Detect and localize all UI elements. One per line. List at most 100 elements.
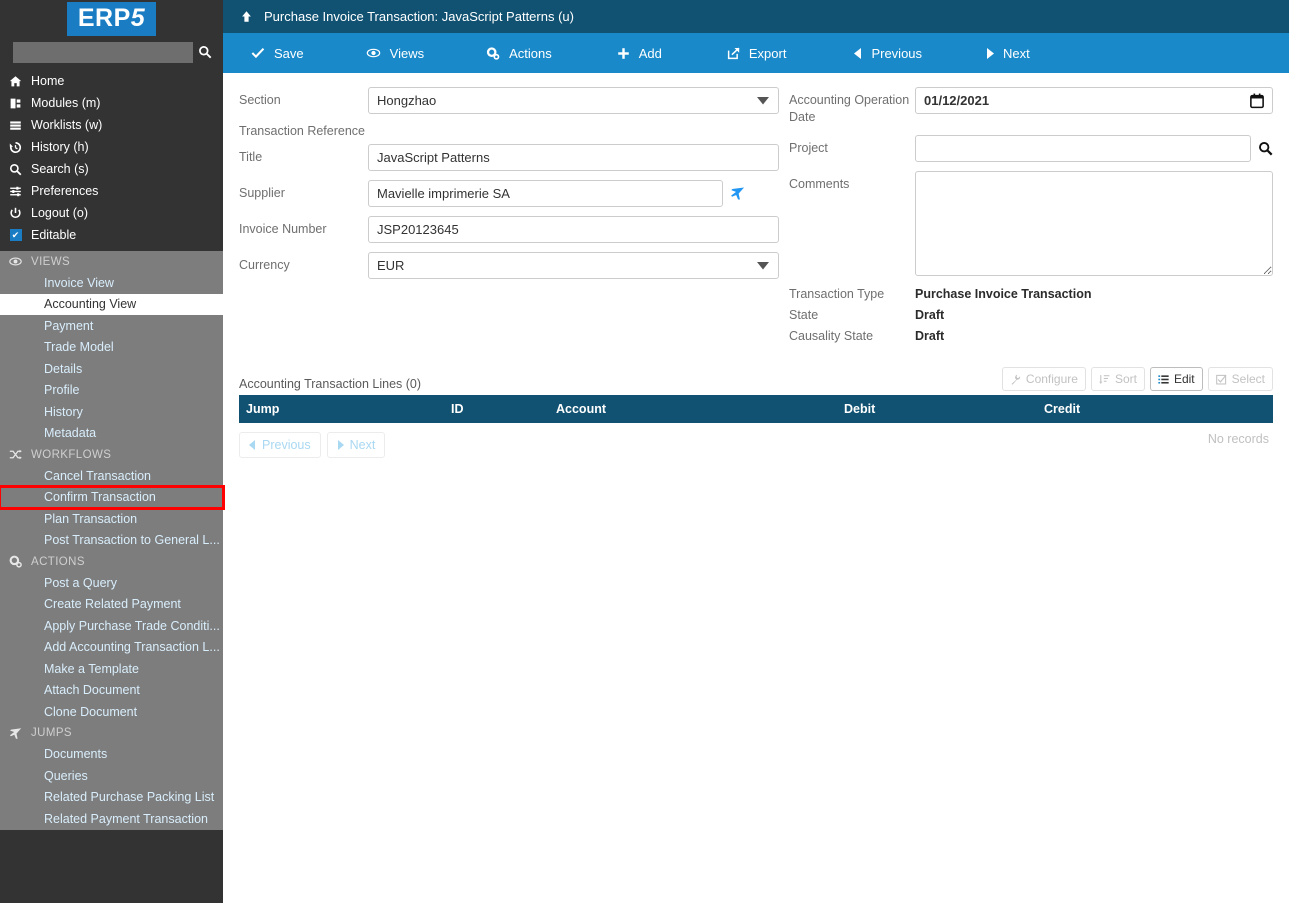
project-input[interactable] <box>915 135 1251 162</box>
currency-select[interactable] <box>368 252 779 279</box>
sidebar-item-label: Apply Purchase Trade Conditi... <box>44 618 220 633</box>
arrow-up-icon[interactable] <box>240 10 253 23</box>
add-button[interactable]: Add <box>607 33 672 73</box>
toolbar-label: Actions <box>509 45 552 61</box>
configure-button[interactable]: Configure <box>1001 367 1086 391</box>
sidebar-group-title: JUMPS <box>31 727 72 739</box>
home-icon <box>0 75 31 88</box>
next-button[interactable]: Next <box>976 33 1040 73</box>
field-section: Section <box>239 87 779 114</box>
search-input[interactable] <box>13 41 193 63</box>
sidebar-item-label: Profile <box>44 383 80 398</box>
sidebar-item-label: Documents <box>44 747 108 762</box>
sidebar-item-label: Post a Query <box>44 575 117 590</box>
title-input[interactable] <box>368 144 779 171</box>
sidebar-item-add-accounting-transaction-line[interactable]: Add Accounting Transaction L... <box>0 637 223 659</box>
sidebar-item-label: Preferences <box>31 184 99 198</box>
sidebar-item-history[interactable]: History (h) <box>0 136 223 158</box>
sidebar-item-details[interactable]: Details <box>0 358 223 380</box>
sidebar-main-nav: Home Modules (m) Worklists (w) History (… <box>0 66 223 251</box>
field-currency: Currency <box>239 252 779 279</box>
sidebar-item-worklists[interactable]: Worklists (w) <box>0 114 223 136</box>
sidebar-group-title: WORKFLOWS <box>31 448 112 461</box>
sidebar-item-label: Clone Document <box>44 704 138 719</box>
sidebar-item-make-a-template[interactable]: Make a Template <box>0 658 223 680</box>
field-label: Transaction Type <box>789 287 885 301</box>
field-label: Currency <box>239 258 290 272</box>
sidebar-item-home[interactable]: Home <box>0 70 223 92</box>
form-content: Section Transaction Reference <box>223 73 1289 350</box>
sidebar-item-payment[interactable]: Payment <box>0 315 223 337</box>
list-next-button[interactable]: Next <box>326 432 386 458</box>
sidebar-item-plan-transaction[interactable]: Plan Transaction <box>0 508 223 530</box>
search-icon[interactable] <box>193 45 217 59</box>
section-select[interactable] <box>368 87 779 114</box>
export-button[interactable]: Export <box>717 33 797 73</box>
empty-state-text: No records <box>1207 432 1269 446</box>
field-label: Causality State <box>789 329 874 343</box>
list-previous-button[interactable]: Previous <box>239 432 321 458</box>
sidebar-item-label: Trade Model <box>44 340 114 355</box>
field-accounting-operation-date: Accounting Operation Date <box>789 87 1273 126</box>
invoice-number-input[interactable] <box>368 216 779 243</box>
sidebar-item-label: History <box>44 404 83 419</box>
sidebar-item-label: Cancel Transaction <box>44 468 152 483</box>
sidebar-item-history[interactable]: History <box>0 401 223 423</box>
actions-button[interactable]: Actions <box>476 33 562 73</box>
form-right-column: Accounting Operation Date Project <box>789 87 1273 350</box>
sidebar-item-confirm-transaction[interactable]: Confirm Transaction <box>0 484 225 510</box>
previous-button[interactable]: Previous <box>844 33 932 73</box>
sidebar-item-metadata[interactable]: Metadata <box>0 423 223 445</box>
erp5-logo[interactable]: ERP5 <box>0 0 223 38</box>
column-header-debit[interactable]: Debit <box>837 395 1037 423</box>
search-icon[interactable] <box>1258 141 1273 156</box>
sidebar-item-label: History (h) <box>31 140 89 154</box>
column-header-credit[interactable]: Credit <box>1037 395 1273 423</box>
sidebar-item-label: Worklists (w) <box>31 118 103 132</box>
sidebar-item-create-related-payment[interactable]: Create Related Payment <box>0 594 223 616</box>
sidebar-item-search[interactable]: Search (s) <box>0 158 223 180</box>
select-button[interactable]: Select <box>1207 367 1273 391</box>
sidebar-item-trade-model[interactable]: Trade Model <box>0 337 223 359</box>
sidebar-item-post-transaction-to-general-ledger[interactable]: Post Transaction to General L... <box>0 530 223 552</box>
sidebar-item-modules[interactable]: Modules (m) <box>0 92 223 114</box>
sidebar-item-apply-purchase-trade-condition[interactable]: Apply Purchase Trade Conditi... <box>0 615 223 637</box>
sidebar-item-attach-document[interactable]: Attach Document <box>0 680 223 702</box>
plane-icon[interactable] <box>730 186 745 201</box>
field-value: Draft <box>915 329 945 343</box>
comments-textarea[interactable] <box>915 171 1273 276</box>
sidebar-item-related-payment-transaction[interactable]: Related Payment Transaction <box>0 808 223 830</box>
sidebar-item-profile[interactable]: Profile <box>0 380 223 402</box>
history-icon <box>0 141 31 154</box>
sidebar-item-label: Modules (m) <box>31 96 101 110</box>
calendar-icon[interactable] <box>1250 93 1264 108</box>
supplier-input[interactable] <box>368 180 723 207</box>
sidebar-item-invoice-view[interactable]: Invoice View <box>0 272 223 294</box>
sidebar-item-queries[interactable]: Queries <box>0 765 223 787</box>
sidebar-item-clone-document[interactable]: Clone Document <box>0 701 223 723</box>
sidebar-item-documents[interactable]: Documents <box>0 744 223 766</box>
column-header-account[interactable]: Account <box>549 395 837 423</box>
sidebar-item-label: Invoice View <box>44 275 114 290</box>
save-button[interactable]: Save <box>241 33 314 73</box>
logo-text: ERP <box>77 4 131 32</box>
sort-button[interactable]: Sort <box>1090 367 1145 391</box>
check-icon <box>251 47 265 59</box>
sidebar-item-editable[interactable]: ✔ Editable <box>0 224 223 246</box>
edit-button[interactable]: Edit <box>1149 367 1203 391</box>
views-button[interactable]: Views <box>356 33 434 73</box>
field-label: Comments <box>789 177 850 191</box>
sidebar-item-post-a-query[interactable]: Post a Query <box>0 572 223 594</box>
sidebar-item-label: Create Related Payment <box>44 597 181 612</box>
sidebar-item-preferences[interactable]: Preferences <box>0 180 223 202</box>
sidebar-item-accounting-view[interactable]: Accounting View <box>0 293 223 315</box>
sidebar-item-related-purchase-packing-list[interactable]: Related Purchase Packing List <box>0 787 223 809</box>
sidebar-item-logout[interactable]: Logout (o) <box>0 202 223 224</box>
sidebar-item-cancel-transaction[interactable]: Cancel Transaction <box>0 465 223 487</box>
accounting-operation-date-input[interactable] <box>915 87 1273 114</box>
column-header-id[interactable]: ID <box>444 395 549 423</box>
sidebar-item-label: Details <box>44 361 83 376</box>
checkbox-checked-icon[interactable]: ✔ <box>0 229 31 241</box>
column-header-jump[interactable]: Jump <box>239 395 444 423</box>
plane-icon <box>0 727 31 740</box>
